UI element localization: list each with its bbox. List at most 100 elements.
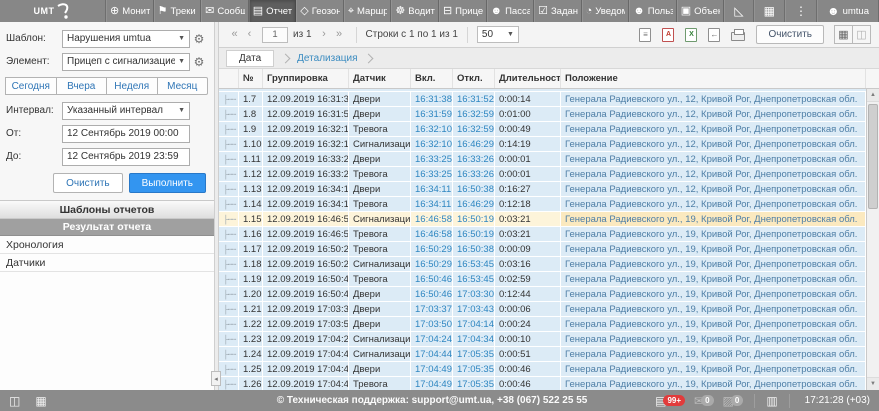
column-header-off[interactable]: Откл.	[453, 69, 495, 88]
export-file-icon[interactable]	[708, 28, 720, 42]
row-off-time-link[interactable]: 17:03:43	[453, 302, 495, 317]
prev-page-button[interactable]: ‹	[242, 29, 257, 40]
messages-status[interactable]: ✉ 0	[694, 395, 714, 407]
export-pdf-icon[interactable]	[662, 28, 674, 42]
column-header-duration[interactable]: Длительность	[495, 69, 561, 88]
bottom-grid-icon[interactable]: ▦	[35, 395, 46, 407]
table-row[interactable]: 1.23 12.09.2019 17:04:24 Сигнализация 17…	[219, 332, 866, 347]
more-menu-button[interactable]: ⋮	[785, 0, 817, 22]
row-on-time-link[interactable]: 16:50:46	[411, 287, 453, 302]
main-tab[interactable]: ☸ Водите	[391, 0, 439, 22]
bottom-panel-toggle-icon[interactable]: ◫	[9, 395, 20, 407]
row-on-time-link[interactable]: 16:50:29	[411, 242, 453, 257]
column-header-on[interactable]: Вкл.	[411, 69, 453, 88]
scroll-down-arrow[interactable]: ▼	[867, 377, 879, 390]
table-row[interactable]: 1.12 12.09.2019 16:33:25 Тревога 16:33:2…	[219, 167, 866, 182]
main-tab[interactable]: ☑ Задани	[534, 0, 582, 22]
row-off-time-link[interactable]: 17:04:34	[453, 332, 495, 347]
main-tab[interactable]: ✉ Сообщ	[201, 0, 249, 22]
row-off-time-link[interactable]: 16:53:45	[453, 257, 495, 272]
table-row[interactable]: 1.22 12.09.2019 17:03:50 Двери 17:03:50 …	[219, 317, 866, 332]
row-on-time-link[interactable]: 16:31:38	[411, 92, 453, 107]
account-button[interactable]: ☻ umtua	[817, 0, 879, 22]
row-tree-cell[interactable]	[219, 332, 239, 347]
clear-report-button[interactable]: Очистить	[756, 25, 824, 44]
report-templates-section-header[interactable]: Шаблоны отчетов	[0, 200, 214, 219]
main-tab[interactable]: ⊕ Монито	[106, 0, 154, 22]
row-tree-cell[interactable]	[219, 257, 239, 272]
row-on-time-link[interactable]: 16:32:10	[411, 122, 453, 137]
row-tree-cell[interactable]	[219, 347, 239, 362]
element-settings-wrench-icon[interactable]: ⚙	[190, 55, 208, 69]
collapse-panel-arrow-icon[interactable]: ◂	[211, 371, 221, 386]
row-tree-cell[interactable]	[219, 377, 239, 390]
row-tree-cell[interactable]	[219, 272, 239, 287]
row-off-time-link[interactable]: 16:33:26	[453, 167, 495, 182]
panel-view-button[interactable]: ◫	[852, 25, 871, 44]
row-tree-cell[interactable]	[219, 107, 239, 122]
table-row[interactable]: 1.24 12.09.2019 17:04:44 Сигнализация 17…	[219, 347, 866, 362]
row-on-time-link[interactable]: 16:31:59	[411, 107, 453, 122]
row-on-time-link[interactable]: 16:34:11	[411, 197, 453, 212]
row-off-time-link[interactable]: 17:03:30	[453, 287, 495, 302]
row-on-time-link[interactable]: 17:03:50	[411, 317, 453, 332]
row-tree-cell[interactable]	[219, 197, 239, 212]
row-on-time-link[interactable]: 16:50:46	[411, 272, 453, 287]
row-on-time-link[interactable]: 17:04:44	[411, 347, 453, 362]
row-off-time-link[interactable]: 16:53:45	[453, 272, 495, 287]
row-off-time-link[interactable]: 17:05:35	[453, 377, 495, 390]
row-tree-cell[interactable]	[219, 152, 239, 167]
main-tab[interactable]: ◇ Геозон	[296, 0, 344, 22]
table-row[interactable]: 1.14 12.09.2019 16:34:11 Тревога 16:34:1…	[219, 197, 866, 212]
table-row[interactable]: 1.19 12.09.2019 16:50:46 Тревога 16:50:4…	[219, 272, 866, 287]
notifications-status[interactable]: ▤ 99+	[655, 395, 685, 407]
element-select[interactable]: Прицеп с сигнализацией ▼	[62, 53, 190, 71]
row-off-time-link[interactable]: 16:32:59	[453, 107, 495, 122]
row-off-time-link[interactable]: 17:05:35	[453, 347, 495, 362]
main-tab[interactable]: ☻ Пользо	[629, 0, 677, 22]
row-off-time-link[interactable]: 16:50:38	[453, 242, 495, 257]
row-tree-cell[interactable]	[219, 122, 239, 137]
quick-range-button[interactable]: Вчера	[56, 77, 108, 95]
table-row[interactable]: 1.11 12.09.2019 16:33:25 Двери 16:33:25 …	[219, 152, 866, 167]
table-row[interactable]: 1.9 12.09.2019 16:32:10 Тревога 16:32:10…	[219, 122, 866, 137]
table-row[interactable]: 1.10 12.09.2019 16:32:10 Сигнализация 16…	[219, 137, 866, 152]
template-select[interactable]: Нарушения umtua ▼	[62, 30, 190, 48]
row-on-time-link[interactable]: 17:03:37	[411, 302, 453, 317]
row-tree-cell[interactable]	[219, 317, 239, 332]
print-icon[interactable]	[731, 32, 745, 41]
page-size-select[interactable]: 50 ▼	[477, 26, 519, 43]
row-tree-cell[interactable]	[219, 362, 239, 377]
table-view-icon[interactable]: ▥	[766, 395, 777, 407]
to-datetime-field[interactable]: 12 Сентябрь 2019 23:59	[62, 148, 190, 166]
media-status[interactable]: ▨ 0	[723, 395, 744, 407]
table-row[interactable]: 1.8 12.09.2019 16:31:59 Двери 16:31:59 1…	[219, 107, 866, 122]
column-header-location[interactable]: Положение	[561, 69, 866, 88]
quick-range-button[interactable]: Сегодня	[5, 77, 57, 95]
report-result-item[interactable]: Датчики	[0, 254, 214, 272]
column-header-sensor[interactable]: Датчик	[349, 69, 411, 88]
template-settings-wrench-icon[interactable]: ⚙	[190, 32, 208, 46]
row-off-time-link[interactable]: 16:32:59	[453, 122, 495, 137]
next-page-button[interactable]: ›	[317, 29, 332, 40]
row-off-time-link[interactable]: 16:33:26	[453, 152, 495, 167]
row-off-time-link[interactable]: 16:50:19	[453, 227, 495, 242]
panel-splitter[interactable]: ◂	[215, 22, 219, 390]
row-on-time-link[interactable]: 17:04:24	[411, 332, 453, 347]
column-header-num[interactable]: №	[239, 69, 263, 88]
report-result-item[interactable]: Хронология	[0, 236, 214, 254]
map-view-button[interactable]: ▦	[834, 25, 853, 44]
table-row[interactable]: 1.20 12.09.2019 16:50:46 Двери 16:50:46 …	[219, 287, 866, 302]
row-tree-cell[interactable]	[219, 137, 239, 152]
from-datetime-field[interactable]: 12 Сентябрь 2019 00:00	[62, 125, 190, 143]
interval-select[interactable]: Указанный интервал ▼	[62, 102, 190, 120]
quick-range-button[interactable]: Неделя	[106, 77, 158, 95]
breadcrumb-tab-date[interactable]: Дата	[226, 50, 274, 67]
main-tab[interactable]: ⚑ Треки	[154, 0, 202, 22]
clear-button[interactable]: Очистить	[53, 173, 123, 193]
main-tab[interactable]: ☻ Пассаж	[487, 0, 535, 22]
row-on-time-link[interactable]: 16:46:58	[411, 212, 453, 227]
report-preview-icon[interactable]	[639, 28, 651, 42]
row-on-time-link[interactable]: 16:50:29	[411, 257, 453, 272]
table-row[interactable]: 1.17 12.09.2019 16:50:29 Тревога 16:50:2…	[219, 242, 866, 257]
